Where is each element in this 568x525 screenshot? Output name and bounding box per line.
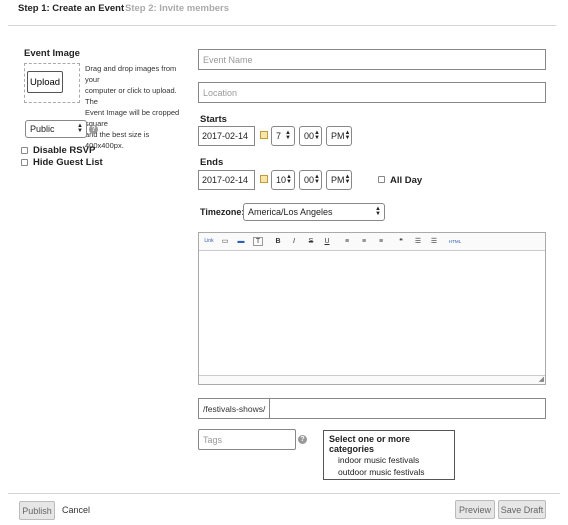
end-date-value: 2017-02-14 [202, 175, 249, 185]
tags-input[interactable]: Tags [198, 429, 296, 450]
tab-create-event[interactable]: Step 1: Create an Event [18, 3, 124, 14]
select-arrows-icon: ▲ ▼ [375, 206, 381, 217]
editor-status-bar: ◢ [199, 375, 545, 384]
resize-handle-icon[interactable]: ◢ [539, 376, 544, 384]
end-hour-select[interactable]: 10 ▲ ▼ [271, 170, 295, 190]
start-ampm-select[interactable]: PM ▲ ▼ [326, 126, 352, 146]
media-icon[interactable]: ▬ [236, 237, 246, 246]
privacy-value: Public [30, 124, 55, 134]
starts-label: Starts [200, 114, 227, 125]
align-right-icon[interactable]: ≡ [376, 237, 386, 246]
location-placeholder: Location [203, 87, 238, 98]
select-arrows-icon: ▲ ▼ [344, 130, 351, 141]
upload-button[interactable]: Upload [27, 71, 63, 93]
numbered-list-icon[interactable]: ☰ [429, 237, 439, 246]
end-minute-select[interactable]: 00 ▲ ▼ [299, 170, 322, 190]
select-arrows-icon: ▲ ▼ [286, 174, 292, 185]
timezone-select[interactable]: America/Los Angeles ▲ ▼ [243, 203, 385, 221]
tags-help-icon[interactable]: ? [298, 435, 307, 444]
select-arrows-icon: ▲ ▼ [344, 174, 351, 185]
location-input[interactable]: Location [198, 82, 546, 103]
select-arrows-icon: ▲ ▼ [285, 130, 291, 141]
start-date-value: 2017-02-14 [202, 131, 249, 141]
end-ampm-value: PM [331, 175, 345, 185]
select-arrows-icon: ▲ ▼ [314, 130, 320, 141]
url-slug-field[interactable]: /festivals-shows/ [198, 398, 546, 419]
blockquote-icon[interactable]: ❝ [396, 237, 406, 246]
step-tabs: Step 1: Create an Event Step 2: Invite m… [8, 0, 556, 26]
hide-guest-list-label: Hide Guest List [33, 157, 103, 168]
cancel-link[interactable]: Cancel [62, 505, 90, 515]
description-editor[interactable]: Link ▭ ▬ T B I S U ≡ ≡ ≡ ❝ ☰ ☰ HTML ◢ [198, 232, 546, 385]
strikethrough-icon[interactable]: S [306, 237, 316, 246]
end-ampm-select[interactable]: PM ▲ ▼ [326, 170, 352, 190]
end-hour-value: 10 [276, 175, 287, 185]
start-minute-value: 00 [304, 131, 315, 141]
disable-rsvp-label: Disable RSVP [33, 145, 96, 156]
select-arrows-icon: ▲ ▼ [314, 174, 320, 185]
upload-help-line: Event Image will be cropped square [85, 108, 180, 128]
save-draft-button[interactable]: Save Draft [498, 500, 546, 519]
upload-help-text: Drag and drop images from your computer … [85, 63, 185, 151]
categories-box: Select one or more categories indoor mus… [323, 430, 455, 480]
disable-rsvp-checkbox[interactable] [21, 147, 28, 154]
upload-help-line: Drag and drop images from your [85, 64, 177, 84]
select-arrows-icon: ▲ ▼ [77, 123, 83, 134]
start-date-input[interactable]: 2017-02-14 [198, 126, 255, 146]
bold-icon[interactable]: B [273, 237, 283, 246]
url-prefix: /festivals-shows/ [199, 399, 271, 418]
end-minute-value: 00 [304, 175, 315, 185]
calendar-icon[interactable] [260, 131, 268, 139]
event-image-title: Event Image [24, 48, 80, 59]
privacy-help-icon[interactable]: ? [89, 125, 98, 134]
categories-title: Select one or more categories [329, 434, 411, 454]
timezone-label: Timezone: [200, 207, 245, 217]
start-ampm-value: PM [331, 131, 345, 141]
privacy-select[interactable]: Public ▲ ▼ [25, 120, 87, 138]
end-date-input[interactable]: 2017-02-14 [198, 170, 255, 190]
start-minute-select[interactable]: 00 ▲ ▼ [299, 126, 322, 146]
align-left-icon[interactable]: ≡ [342, 237, 352, 246]
upload-help-line: computer or click to upload. The [85, 86, 177, 106]
calendar-icon[interactable] [260, 175, 268, 183]
hide-guest-list-checkbox[interactable] [21, 159, 28, 166]
category-item[interactable]: indoor music festivals [329, 454, 449, 466]
all-day-label: All Day [390, 175, 423, 186]
editor-toolbar: Link ▭ ▬ T B I S U ≡ ≡ ≡ ❝ ☰ ☰ HTML [199, 233, 545, 251]
tab-invite-members[interactable]: Step 2: Invite members [125, 3, 229, 14]
event-name-placeholder: Event Name [203, 54, 253, 65]
publish-button[interactable]: Publish [19, 501, 55, 520]
ends-label: Ends [200, 157, 224, 168]
timezone-value: America/Los Angeles [248, 207, 333, 217]
category-item[interactable]: outdoor music festivals [329, 466, 449, 478]
tags-placeholder: Tags [203, 434, 223, 445]
link-icon[interactable]: Link [203, 237, 215, 246]
all-day-checkbox[interactable] [378, 176, 385, 183]
preview-button[interactable]: Preview [455, 500, 495, 519]
align-center-icon[interactable]: ≡ [359, 237, 369, 246]
start-hour-select[interactable]: 7 ▲ ▼ [271, 126, 295, 146]
html-icon[interactable]: HTML [448, 237, 462, 246]
upload-help-line: and the best size is 400x400px. [85, 130, 150, 150]
underline-icon[interactable]: U [322, 237, 332, 246]
event-name-input[interactable]: Event Name [198, 49, 546, 70]
paste-text-icon[interactable]: T [253, 237, 263, 246]
italic-icon[interactable]: I [289, 237, 299, 246]
image-icon[interactable]: ▭ [220, 237, 230, 246]
start-hour-value: 7 [276, 131, 282, 141]
bullet-list-icon[interactable]: ☰ [413, 237, 423, 246]
